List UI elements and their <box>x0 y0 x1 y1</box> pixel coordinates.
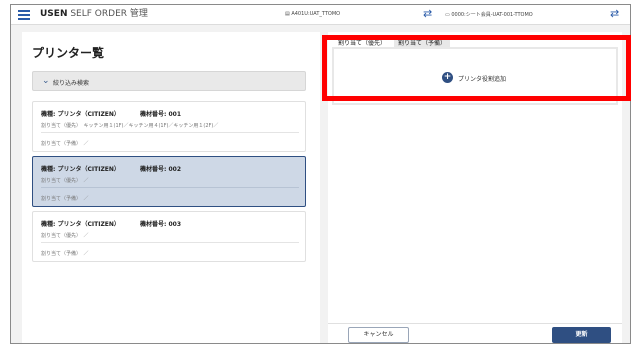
printer-card-003[interactable]: 機種: プリンタ（CITIZEN） 機材番号: 003 割り当て（優先） ／ 割… <box>32 211 306 262</box>
backup-assignment: 割り当て（予備） ／ <box>41 196 89 202</box>
store-selector[interactable]: ▤ A401U:UAT_TTOMO <box>285 11 340 17</box>
cancel-button[interactable]: キャンセル <box>348 327 409 343</box>
primary-assignment: 割り当て（優先） ／ <box>41 233 89 239</box>
action-bar: キャンセル 更新 <box>328 323 622 343</box>
app-title: USEN SELF ORDER 管理 <box>40 8 148 20</box>
brand-subtitle: SELF ORDER 管理 <box>67 9 148 19</box>
divider <box>41 242 299 243</box>
printer-number: 機材番号: 002 <box>140 166 182 173</box>
menu-icon[interactable] <box>18 10 30 20</box>
page-title: プリンター覧 <box>32 46 105 60</box>
switch-store-icon[interactable]: ⇄ <box>423 7 432 20</box>
printer-number: 機材番号: 001 <box>140 111 182 118</box>
primary-assignment: 割り当て（優先） キッチン用１(1F)／キッチン用４(1F)／キッチン用１(2F… <box>41 123 219 129</box>
printer-model: 機種: プリンタ（CITIZEN） <box>41 111 120 118</box>
backup-assignment: 割り当て（予備） ／ <box>41 141 89 147</box>
filter-toggle[interactable]: ⌄ 絞り込み検索 <box>32 71 306 91</box>
top-bar: USEN SELF ORDER 管理 ▤ A401U:UAT_TTOMO ⇄ ▭… <box>11 5 630 25</box>
brand-name: USEN <box>40 9 68 19</box>
switch-terminal-icon[interactable]: ⇄ <box>610 7 619 20</box>
filter-label: 絞り込み検索 <box>53 80 90 87</box>
update-button[interactable]: 更新 <box>552 327 611 343</box>
terminal-selector[interactable]: ▭ 0000:シート会員-UAT-001-TTOMO <box>445 11 533 18</box>
highlight-box <box>322 35 631 101</box>
backup-assignment: 割り当て（予備） ／ <box>41 251 89 257</box>
printer-number: 機材番号: 003 <box>140 221 182 228</box>
printer-card-002[interactable]: 機種: プリンタ（CITIZEN） 機材番号: 002 割り当て（優先） ／ 割… <box>32 156 306 207</box>
divider <box>41 187 299 188</box>
divider <box>41 132 299 133</box>
printer-model: 機種: プリンタ（CITIZEN） <box>41 166 120 173</box>
store-label: A401U:UAT_TTOMO <box>291 11 341 17</box>
printer-card-001[interactable]: 機種: プリンタ（CITIZEN） 機材番号: 001 割り当て（優先） キッチ… <box>32 101 306 152</box>
printer-model: 機種: プリンタ（CITIZEN） <box>41 221 120 228</box>
printer-list-panel: プリンター覧 ⌄ 絞り込み検索 機種: プリンタ（CITIZEN） 機材番号: … <box>22 32 320 343</box>
terminal-label: 0000:シート会員-UAT-001-TTOMO <box>451 12 533 18</box>
chevron-down-icon: ⌄ <box>42 76 50 86</box>
primary-assignment: 割り当て（優先） ／ <box>41 178 89 184</box>
